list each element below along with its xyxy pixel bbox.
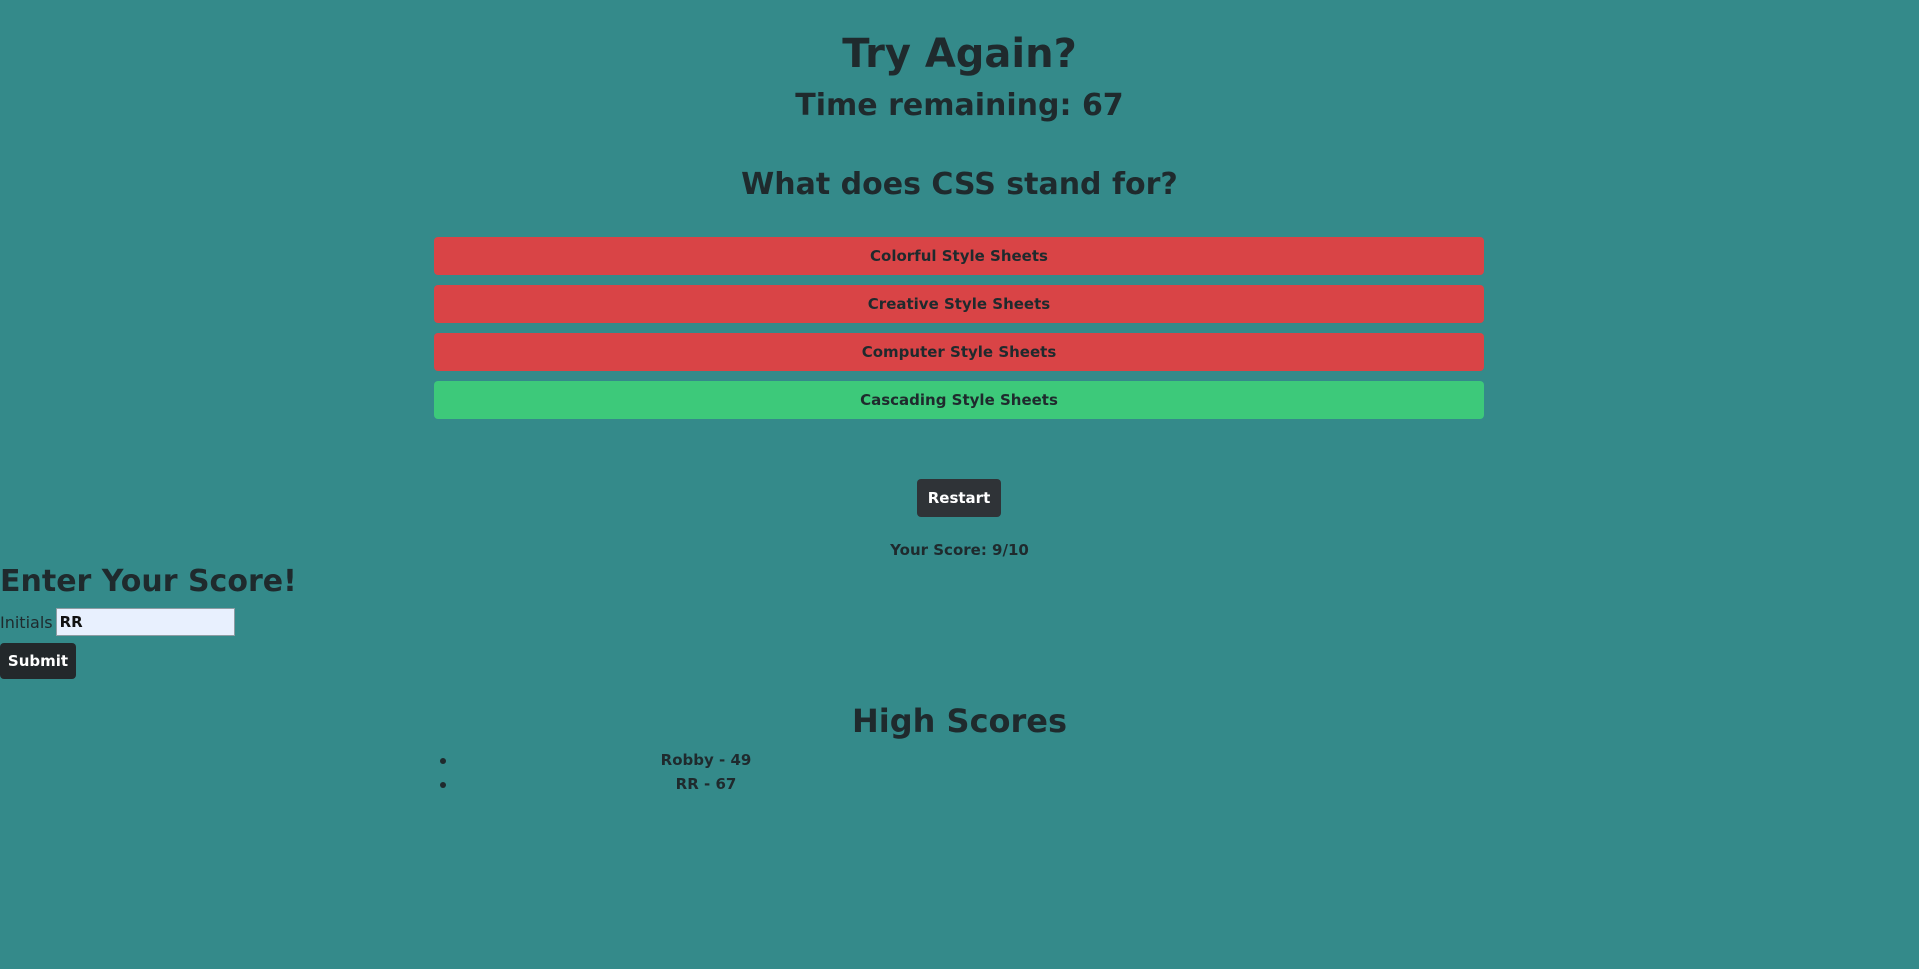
answer-button-cascading[interactable]: Cascading Style Sheets bbox=[434, 381, 1484, 419]
high-score-item: Robby - 49 bbox=[440, 748, 966, 772]
answer-button-colorful[interactable]: Colorful Style Sheets bbox=[434, 237, 1484, 275]
answer-button-creative[interactable]: Creative Style Sheets bbox=[434, 285, 1484, 323]
enter-score-title: Enter Your Score! bbox=[0, 564, 297, 599]
answer-list: Colorful Style Sheets Creative Style She… bbox=[434, 237, 1484, 429]
high-scores-title: High Scores bbox=[851, 702, 1068, 740]
high-score-item: RR - 67 bbox=[440, 772, 966, 796]
score-text: Your Score: 9/10 bbox=[890, 541, 1029, 559]
question-text: What does CSS stand for? bbox=[741, 167, 1178, 202]
page-title: Try Again? bbox=[842, 31, 1077, 77]
restart-button[interactable]: Restart bbox=[917, 479, 1001, 517]
initials-row: Initials bbox=[0, 608, 235, 636]
time-remaining: Time remaining: 67 bbox=[795, 88, 1124, 123]
submit-button[interactable]: Submit bbox=[0, 643, 76, 679]
initials-input[interactable] bbox=[55, 608, 235, 636]
initials-label: Initials bbox=[0, 612, 53, 632]
high-scores-list: Robby - 49 RR - 67 bbox=[434, 748, 966, 796]
answer-button-computer[interactable]: Computer Style Sheets bbox=[434, 333, 1484, 371]
